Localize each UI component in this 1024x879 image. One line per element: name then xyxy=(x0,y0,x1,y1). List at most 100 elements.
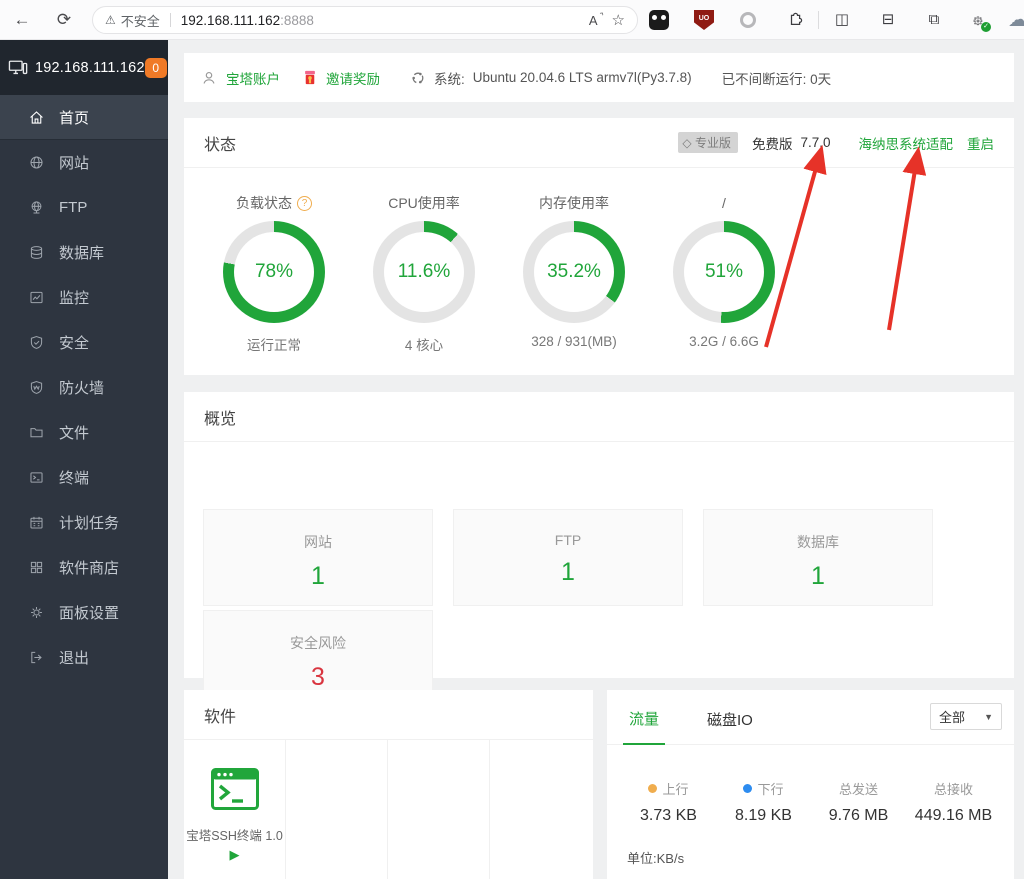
sidebar-item-label: 计划任务 xyxy=(59,512,119,533)
hinas-adapt-link[interactable]: 海纳思系统适配 xyxy=(859,133,954,153)
user-icon xyxy=(200,69,218,87)
invite-gift-icon xyxy=(302,69,318,86)
ubuntu-logo-icon xyxy=(410,70,426,86)
gauge-title: 内存使用率 xyxy=(539,193,609,213)
sidebar-server-header[interactable]: 192.168.111.162 0 xyxy=(0,40,168,95)
app-name: 宝塔SSH终端 1.0 xyxy=(186,825,283,844)
darkreader-extension-icon[interactable] xyxy=(649,10,669,30)
cloud-icon[interactable]: ☁ xyxy=(1008,10,1024,30)
uptime-text: 已不间断运行: 0天 xyxy=(722,68,832,88)
disk-ring-chart: 51% xyxy=(673,221,775,323)
tab-traffic[interactable]: 流量 xyxy=(623,708,665,745)
sidebar-menu: 首页 网站 FTP 数据库 监控 安全 xyxy=(0,95,168,680)
account-bar: 宝塔账户 邀请奖励 系统: Ubuntu 20.04.6 LTS armv7l(… xyxy=(184,53,1014,102)
overview-card-ftp[interactable]: FTP 1 xyxy=(453,509,683,606)
system-label: 系统: xyxy=(434,68,465,88)
overview-title: 概览 xyxy=(204,405,236,429)
extensions-puzzle-icon[interactable] xyxy=(786,10,806,30)
card-label: 网站 xyxy=(204,532,432,552)
sidebar-item-home[interactable]: 首页 xyxy=(0,95,168,140)
server-ip: 192.168.111.162 xyxy=(35,60,145,76)
load-ring-chart: 78% xyxy=(223,221,325,323)
sidebar-item-monitor[interactable]: 监控 xyxy=(0,275,168,320)
overview-card-database[interactable]: 数据库 1 xyxy=(703,509,933,606)
browser-essentials-icon[interactable]: ᪥ xyxy=(968,10,988,30)
security-label[interactable]: 不安全 xyxy=(121,11,160,30)
software-empty-cell xyxy=(490,740,592,879)
app-start-icon[interactable]: ▶ xyxy=(230,847,240,863)
sidebar-item-label: 文件 xyxy=(59,422,89,443)
home-icon xyxy=(28,109,45,126)
software-empty-cell xyxy=(286,740,388,879)
sidebar-item-label: 防火墙 xyxy=(59,377,104,398)
sidebar-item-firewall[interactable]: 防火墙 xyxy=(0,365,168,410)
help-icon[interactable]: ? xyxy=(297,196,312,211)
sidebar-item-logout[interactable]: 退出 xyxy=(0,635,168,680)
system-value: Ubuntu 20.04.6 LTS armv7l(Py3.7.8) xyxy=(473,70,692,85)
stat-value: 8.19 KB xyxy=(716,807,811,825)
sidebar-item-label: FTP xyxy=(59,199,87,216)
sidebar-item-terminal[interactable]: 终端 xyxy=(0,455,168,500)
invite-reward-link[interactable]: 邀请奖励 xyxy=(326,68,380,88)
status-gauges: 负载状态? 78% 运行正常 CPU使用率 11.6% 4 核心 内存使用率 3… xyxy=(184,168,1014,354)
tab-group-icon[interactable]: ⧉ xyxy=(924,10,944,30)
tab-disk-io[interactable]: 磁盘IO xyxy=(701,709,759,744)
grid-icon xyxy=(28,559,45,576)
gauge-value: 78% xyxy=(223,221,325,323)
split-screen-icon[interactable]: ◫ xyxy=(832,10,852,30)
sidebar-item-settings[interactable]: 面板设置 xyxy=(0,590,168,635)
downstream-dot-icon xyxy=(743,784,752,793)
gauge-sub-label[interactable]: 4 核心 xyxy=(405,334,443,354)
gauge-title: 负载状态 xyxy=(236,193,292,213)
interface-filter-select[interactable]: 全部 ▼ xyxy=(930,703,1002,730)
extension-ring-icon[interactable] xyxy=(740,12,756,28)
database-icon xyxy=(28,244,45,261)
sidebar-item-appstore[interactable]: 软件商店 xyxy=(0,545,168,590)
address-bar[interactable]: ⚠ 不安全 192.168.111.162 :8888 A ☆ xyxy=(92,6,638,34)
gauge-title: CPU使用率 xyxy=(388,193,460,213)
browser-toolbar: ← ⟳ ⚠ 不安全 192.168.111.162 :8888 A ☆ UO ◫… xyxy=(0,0,1024,40)
status-title: 状态 xyxy=(204,131,236,155)
software-empty-cell xyxy=(388,740,490,879)
sidebar-item-files[interactable]: 文件 xyxy=(0,410,168,455)
software-app-ssh-terminal[interactable]: 宝塔SSH终端 1.0 ▶ xyxy=(184,740,286,879)
software-panel: 软件 宝塔SSH终端 1.0 ▶ xyxy=(184,690,593,879)
sidebar-item-label: 首页 xyxy=(59,107,89,128)
overview-panel: 概览 网站 1 FTP 1 数据库 1 安全风险 3 xyxy=(184,392,1014,678)
sidebar-item-label: 数据库 xyxy=(59,242,104,263)
overview-card-website[interactable]: 网站 1 xyxy=(203,509,433,606)
monitor-chart-icon xyxy=(28,289,45,306)
url-port[interactable]: :8888 xyxy=(280,13,314,28)
ftp-icon xyxy=(28,199,45,216)
ublock-extension-icon[interactable]: UO xyxy=(694,10,714,30)
chevron-down-icon: ▼ xyxy=(984,712,993,722)
shield-check-icon xyxy=(28,334,45,351)
gauge-sub-label[interactable]: 328 / 931(MB) xyxy=(531,334,617,349)
favorite-star-icon[interactable]: ☆ xyxy=(612,11,625,29)
stat-value: 449.16 MB xyxy=(906,807,1001,825)
waf-shield-icon xyxy=(28,379,45,396)
refresh-icon[interactable]: ⟳ xyxy=(52,8,76,32)
sidebar-item-label: 网站 xyxy=(59,152,89,173)
collections-icon[interactable]: ⊟ xyxy=(878,10,898,30)
notice-badge[interactable]: 0 xyxy=(145,58,167,78)
read-aloud-icon[interactable]: A xyxy=(589,13,598,28)
gauge-sub-label[interactable]: 3.2G / 6.6G xyxy=(689,334,759,349)
bt-account-link[interactable]: 宝塔账户 xyxy=(226,68,280,88)
cpu-ring-chart: 11.6% xyxy=(373,221,475,323)
stat-value: 9.76 MB xyxy=(811,807,906,825)
sidebar-item-database[interactable]: 数据库 xyxy=(0,230,168,275)
not-secure-warning-icon: ⚠ xyxy=(105,13,116,27)
url-host[interactable]: 192.168.111.162 xyxy=(181,13,280,28)
pro-version-badge[interactable]: ◇ 专业版 xyxy=(678,132,738,153)
back-icon[interactable]: ← xyxy=(10,8,34,32)
sidebar-item-ftp[interactable]: FTP xyxy=(0,185,168,230)
sidebar-item-website[interactable]: 网站 xyxy=(0,140,168,185)
terminal-icon xyxy=(28,469,45,486)
sidebar-item-cron[interactable]: 计划任务 xyxy=(0,500,168,545)
sidebar-item-security[interactable]: 安全 xyxy=(0,320,168,365)
card-value: 1 xyxy=(204,562,432,591)
restart-link[interactable]: 重启 xyxy=(967,133,994,153)
stat-total-received: 总接收 449.16 MB xyxy=(906,779,1001,825)
logout-icon xyxy=(28,649,45,666)
